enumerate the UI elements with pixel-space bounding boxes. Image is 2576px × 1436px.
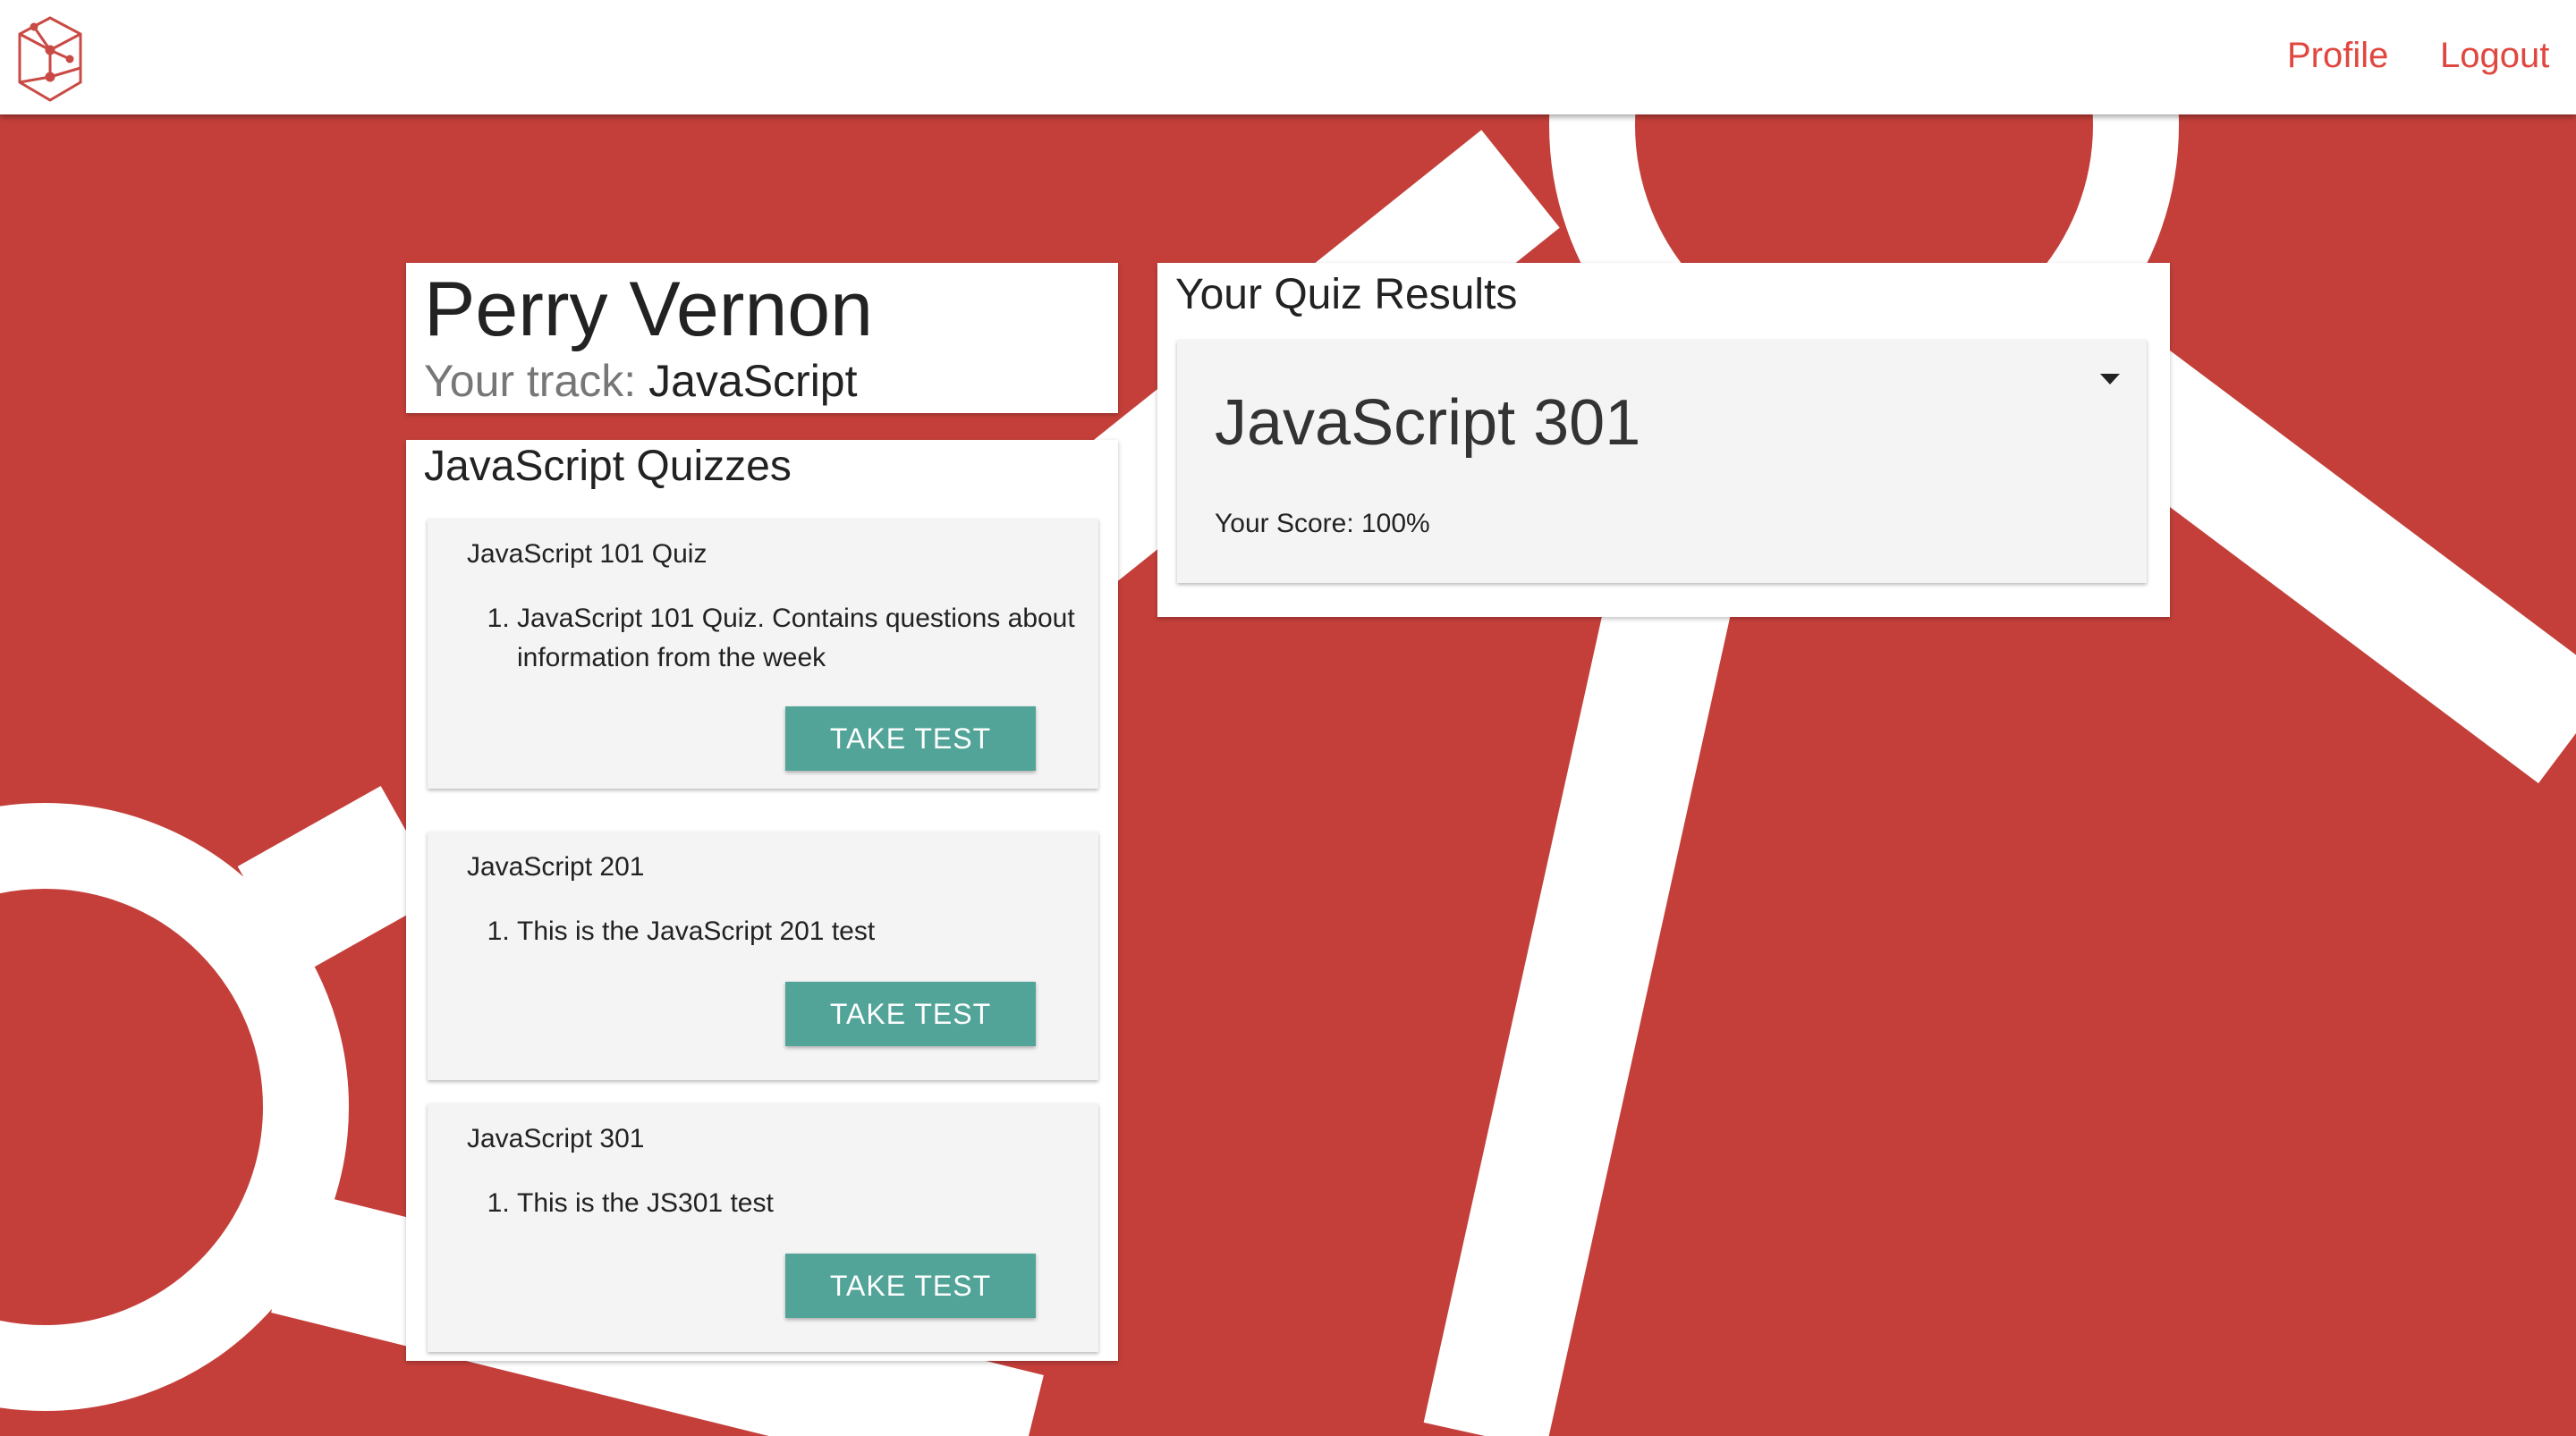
- user-name: Perry Vernon: [424, 266, 873, 352]
- quiz-description: This is the JavaScript 201 test: [517, 912, 1089, 951]
- background-network-graphic: [0, 0, 2576, 1436]
- nav-profile-link[interactable]: Profile: [2287, 32, 2388, 79]
- take-test-button[interactable]: TAKE TEST: [785, 982, 1036, 1046]
- user-track: Your track: JavaScript: [424, 354, 858, 408]
- app-logo-icon[interactable]: [16, 14, 84, 104]
- page: Profile Logout Perry Vernon Your track: …: [0, 0, 2576, 1436]
- result-item[interactable]: JavaScript 301 Your Score: 100%: [1177, 340, 2147, 583]
- bg-ring-left: [0, 803, 349, 1411]
- quiz-description-list: This is the JS301 test: [467, 1184, 1089, 1223]
- quiz-name: JavaScript 201: [467, 852, 645, 882]
- take-test-button[interactable]: TAKE TEST: [785, 1254, 1036, 1318]
- quiz-name: JavaScript 101 Quiz: [467, 539, 708, 569]
- result-score: Your Score: 100%: [1215, 509, 1430, 538]
- quiz-description: This is the JS301 test: [517, 1184, 1089, 1223]
- caret-down-icon[interactable]: [2100, 374, 2120, 384]
- take-test-button[interactable]: TAKE TEST: [785, 706, 1036, 771]
- track-label: Your track:: [424, 356, 637, 406]
- quiz-description-list: JavaScript 101 Quiz. Contains questions …: [467, 599, 1089, 678]
- results-title: Your Quiz Results: [1175, 271, 1518, 318]
- quiz-description: JavaScript 101 Quiz. Contains questions …: [517, 599, 1089, 678]
- top-navbar: Profile Logout: [0, 0, 2576, 114]
- quiz-results-card: Your Quiz Results JavaScript 301 Your Sc…: [1157, 263, 2170, 617]
- user-info-card: Perry Vernon Your track: JavaScript: [406, 263, 1118, 413]
- quiz-name: JavaScript 301: [467, 1124, 645, 1153]
- bg-line-left-upper: [237, 785, 443, 976]
- result-quiz-name: JavaScript 301: [1215, 387, 1641, 459]
- nav-logout-link[interactable]: Logout: [2440, 32, 2549, 79]
- quizzes-card: JavaScript Quizzes JavaScript 101 Quiz J…: [406, 440, 1118, 1361]
- quiz-item: JavaScript 301 This is the JS301 test TA…: [428, 1103, 1098, 1352]
- quiz-item: JavaScript 201 This is the JavaScript 20…: [428, 832, 1098, 1080]
- quiz-item: JavaScript 101 Quiz JavaScript 101 Quiz.…: [428, 519, 1098, 789]
- quizzes-title: JavaScript Quizzes: [424, 443, 792, 490]
- bg-line-right: [2073, 334, 2576, 783]
- quiz-description-list: This is the JavaScript 201 test: [467, 912, 1089, 951]
- track-value: JavaScript: [648, 356, 858, 406]
